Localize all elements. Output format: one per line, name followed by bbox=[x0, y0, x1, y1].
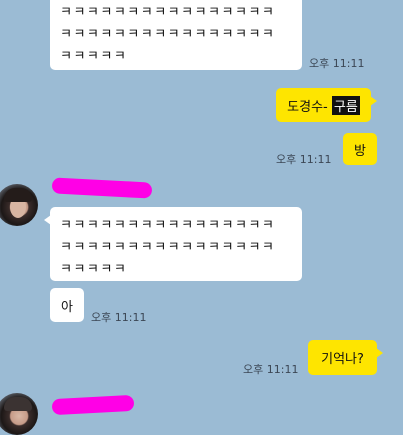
sent-message-bubble[interactable]: 방 bbox=[343, 133, 377, 165]
friend-avatar[interactable] bbox=[0, 393, 38, 435]
message-line: ㅋㅋㅋㅋㅋㅋㅋㅋㅋㅋㅋㅋㅋㅋㅋㅋ bbox=[60, 240, 276, 255]
message-line: ㅋㅋㅋㅋㅋ bbox=[60, 262, 128, 277]
message-text: 기억나? bbox=[321, 352, 364, 367]
redacted-sender-name bbox=[51, 177, 153, 199]
message-text: 방 bbox=[354, 143, 366, 159]
message-line: ㅋㅋㅋㅋㅋㅋㅋㅋㅋㅋㅋㅋㅋㅋㅋㅋ bbox=[60, 27, 276, 42]
highlighted-text: 구름 bbox=[331, 95, 360, 115]
message-text: 도경수- bbox=[287, 99, 332, 115]
message-line: ㅋㅋㅋㅋㅋ bbox=[60, 49, 128, 64]
message-timestamp: 오후 11:11 bbox=[276, 153, 332, 166]
message-timestamp: 오후 11:11 bbox=[309, 57, 365, 70]
message-timestamp: 오후 11:11 bbox=[91, 311, 147, 324]
sent-message-bubble[interactable]: 도경수- 구름 bbox=[276, 88, 377, 122]
received-message-bubble[interactable]: 아 bbox=[50, 288, 84, 322]
avatar-hair bbox=[4, 188, 32, 202]
received-message-bubble[interactable]: ㅋㅋㅋㅋㅋㅋㅋㅋㅋㅋㅋㅋㅋㅋㅋㅋ ㅋㅋㅋㅋㅋㅋㅋㅋㅋㅋㅋㅋㅋㅋㅋㅋ ㅋㅋㅋㅋㅋ bbox=[44, 207, 302, 281]
message-text: 아 bbox=[61, 299, 73, 315]
message-line: ㅋㅋㅋㅋㅋㅋㅋㅋㅋㅋㅋㅋㅋㅋㅋㅋ bbox=[60, 218, 276, 233]
avatar-hair bbox=[4, 397, 32, 411]
received-message-bubble[interactable]: ㅋㅋㅋㅋㅋㅋㅋㅋㅋㅋㅋㅋㅋㅋㅋㅋ ㅋㅋㅋㅋㅋㅋㅋㅋㅋㅋㅋㅋㅋㅋㅋㅋ ㅋㅋㅋㅋㅋ bbox=[50, 0, 302, 70]
message-line: ㅋㅋㅋㅋㅋㅋㅋㅋㅋㅋㅋㅋㅋㅋㅋㅋ bbox=[60, 5, 276, 20]
sent-message-bubble[interactable]: 기억나? bbox=[308, 340, 383, 375]
friend-avatar[interactable] bbox=[0, 184, 38, 226]
message-timestamp: 오후 11:11 bbox=[243, 363, 299, 376]
redacted-sender-name bbox=[51, 394, 135, 416]
